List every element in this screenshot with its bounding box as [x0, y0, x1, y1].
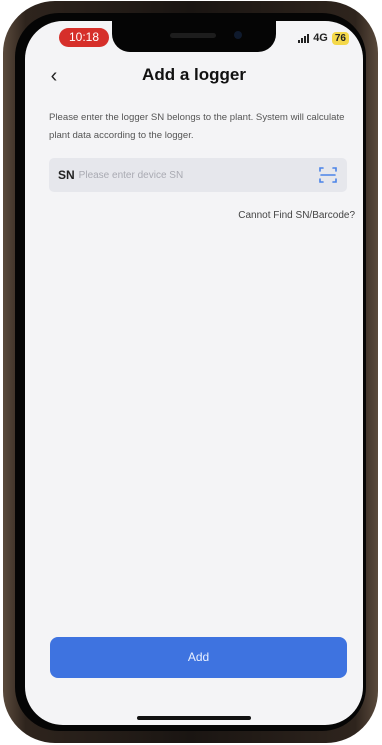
network-label: 4G: [313, 32, 328, 44]
phone-frame: 10:18 4G 76 ‹ Add a logger Please enter …: [3, 1, 378, 743]
sn-field: SN: [49, 158, 347, 192]
sn-label: SN: [58, 168, 75, 182]
signal-icon: [298, 33, 310, 43]
sn-input[interactable]: [78, 158, 318, 192]
description-text: Please enter the logger SN belongs to th…: [49, 112, 345, 141]
home-indicator[interactable]: [137, 716, 251, 720]
add-button[interactable]: Add: [50, 637, 347, 678]
front-camera: [234, 31, 242, 39]
app-screen: 10:18 4G 76 ‹ Add a logger Please enter …: [25, 21, 363, 725]
status-time: 10:18: [59, 28, 109, 47]
battery-icon: 76: [331, 31, 349, 45]
page-title: Add a logger: [142, 65, 246, 84]
speaker: [170, 33, 216, 38]
scan-barcode-icon[interactable]: [318, 165, 338, 185]
notch: [112, 21, 276, 52]
cannot-find-sn-link[interactable]: Cannot Find SN/Barcode?: [238, 210, 355, 221]
status-icons: 4G 76: [298, 30, 349, 46]
